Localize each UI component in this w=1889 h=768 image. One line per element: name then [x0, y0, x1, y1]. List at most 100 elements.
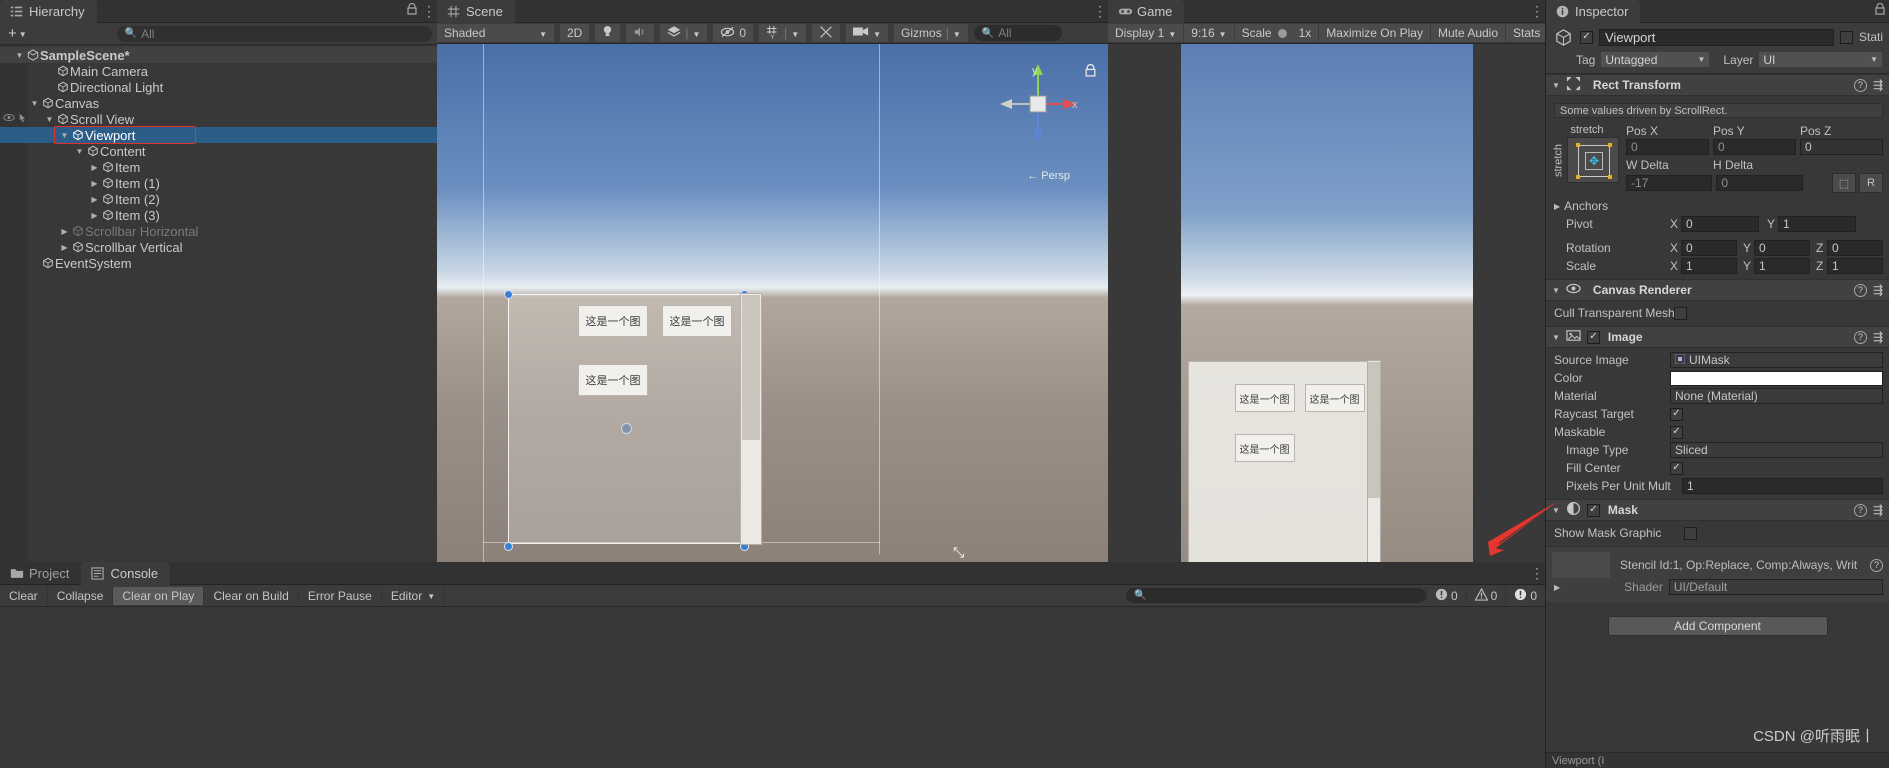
- pickability-toggle-icon[interactable]: [17, 113, 28, 127]
- object-name-input[interactable]: Viewport: [1599, 28, 1834, 46]
- component-header-canvas-renderer[interactable]: ▼ Canvas Renderer ? ⇶: [1546, 279, 1889, 301]
- maximize-on-play-toggle[interactable]: Maximize On Play: [1319, 24, 1431, 42]
- console-log-count[interactable]: 0: [1425, 586, 1466, 605]
- rot-z-field[interactable]: 0: [1827, 240, 1883, 256]
- anchors-foldout-row[interactable]: ▶ Anchors: [1546, 197, 1889, 215]
- scale-x-field[interactable]: 1: [1681, 258, 1737, 274]
- hierarchy-item-content[interactable]: ▼ Content: [0, 143, 437, 159]
- help-icon[interactable]: ?: [1853, 330, 1867, 344]
- pos-y-field[interactable]: 0: [1713, 139, 1796, 155]
- scene-scrollbar-thumb[interactable]: [742, 295, 760, 440]
- anchor-preset-button[interactable]: ✥: [1567, 137, 1619, 183]
- pos-z-field[interactable]: 0: [1800, 139, 1883, 155]
- rot-x-field[interactable]: 0: [1681, 240, 1737, 256]
- pivot-x-field[interactable]: 0: [1681, 216, 1759, 232]
- hierarchy-item-item[interactable]: ▶ Item: [0, 159, 437, 175]
- hierarchy-item-canvas[interactable]: ▼ Canvas: [0, 95, 437, 111]
- console-clear-on-build-button[interactable]: Clear on Build: [204, 586, 299, 605]
- pixels-per-unit-field[interactable]: 1: [1682, 478, 1883, 494]
- scene-audio-toggle[interactable]: [626, 24, 656, 42]
- chevron-down-icon[interactable]: ▼: [1552, 333, 1560, 342]
- scene-gizmos-dropdown[interactable]: Gizmos | ▼: [894, 24, 969, 42]
- tab-hierarchy[interactable]: Hierarchy: [0, 0, 97, 23]
- game-scale-slider[interactable]: Scale 1x: [1234, 24, 1320, 42]
- material-field[interactable]: None (Material): [1670, 388, 1883, 404]
- help-icon[interactable]: ?: [1853, 283, 1867, 297]
- hierarchy-menu-icon[interactable]: ⋮: [421, 0, 437, 22]
- rect-handle-bl[interactable]: [504, 542, 513, 551]
- scene-hidden-objects[interactable]: 0: [713, 24, 755, 42]
- help-icon[interactable]: ?: [1853, 78, 1867, 92]
- game-scrollbar-thumb[interactable]: [1367, 362, 1380, 498]
- console-warning-count[interactable]: 0: [1465, 586, 1506, 605]
- chevron-down-icon[interactable]: ▼: [74, 147, 85, 156]
- scene-fx-dropdown[interactable]: | ▼: [660, 24, 709, 42]
- add-gameobject-button[interactable]: + ▼: [4, 25, 31, 42]
- mask-enabled-checkbox[interactable]: ✓: [1586, 503, 1600, 517]
- scene-orientation-gizmo[interactable]: y x: [996, 62, 1080, 146]
- component-header-rect-transform[interactable]: ▼ Rect Transform ? ⇶: [1546, 74, 1889, 96]
- game-menu-icon[interactable]: ⋮: [1529, 0, 1545, 22]
- visibility-toggle-icon[interactable]: [3, 113, 15, 125]
- help-icon[interactable]: ?: [1853, 503, 1867, 517]
- scene-search-input[interactable]: 🔍 All: [973, 25, 1062, 41]
- chevron-right-icon[interactable]: ▶: [89, 211, 100, 220]
- preset-icon[interactable]: ⇶: [1873, 283, 1883, 297]
- w-delta-field[interactable]: -17: [1626, 175, 1713, 191]
- pivot-y-field[interactable]: 1: [1778, 216, 1856, 232]
- console-error-pause-button[interactable]: Error Pause: [299, 586, 382, 605]
- scene-snap-tools[interactable]: [812, 24, 842, 42]
- raycast-target-checkbox[interactable]: ✓: [1670, 407, 1683, 421]
- hierarchy-item-item-3[interactable]: ▶ Item (3): [0, 207, 437, 223]
- add-component-button[interactable]: Add Component: [1607, 616, 1828, 636]
- tag-dropdown[interactable]: Untagged ▼: [1600, 51, 1711, 68]
- preset-icon[interactable]: ⇶: [1873, 330, 1883, 344]
- mute-audio-toggle[interactable]: Mute Audio: [1430, 24, 1507, 42]
- scale-y-field[interactable]: 1: [1754, 258, 1810, 274]
- hierarchy-item-viewport[interactable]: ▼ Viewport: [0, 127, 437, 143]
- hierarchy-item-scroll-view[interactable]: ▼ Scroll View: [0, 111, 437, 127]
- console-error-count[interactable]: 0: [1505, 586, 1545, 605]
- tab-console[interactable]: Console: [81, 562, 171, 585]
- hierarchy-item-scrollbar-horizontal[interactable]: ▶ Scrollbar Horizontal: [0, 223, 437, 239]
- hierarchy-item-item-2[interactable]: ▶ Item (2): [0, 191, 437, 207]
- shader-field[interactable]: UI/Default: [1668, 579, 1883, 595]
- preset-icon[interactable]: ⇶: [1873, 503, 1883, 517]
- preset-icon[interactable]: ⇶: [1873, 78, 1883, 92]
- chevron-right-icon[interactable]: ▶: [89, 163, 100, 172]
- console-clear-on-play-button[interactable]: Clear on Play: [113, 586, 205, 605]
- component-header-image[interactable]: ▼ ✓ Image ? ⇶: [1546, 326, 1889, 348]
- scene-grid-dropdown[interactable]: Y | ▼: [759, 24, 808, 42]
- maskable-checkbox[interactable]: ✓: [1670, 425, 1683, 439]
- chevron-right-icon[interactable]: ▶: [59, 227, 70, 236]
- console-menu-icon[interactable]: ⋮: [1529, 562, 1545, 584]
- scene-camera-dropdown[interactable]: ▼: [846, 24, 890, 42]
- console-clear-button[interactable]: Clear: [0, 586, 48, 605]
- scale-z-field[interactable]: 1: [1827, 258, 1883, 274]
- image-enabled-checkbox[interactable]: ✓: [1586, 330, 1600, 344]
- game-display-dropdown[interactable]: Display 1 ▼: [1108, 24, 1185, 42]
- scene-gizmo-lock-icon[interactable]: [1085, 63, 1096, 80]
- hierarchy-item-eventsystem[interactable]: ▶ EventSystem: [0, 255, 437, 271]
- scene-draw-mode-dropdown[interactable]: Shaded ▼: [437, 24, 555, 42]
- fill-center-checkbox[interactable]: ✓: [1670, 461, 1683, 475]
- static-checkbox[interactable]: ✓: [1839, 30, 1853, 44]
- scene-2d-toggle[interactable]: 2D: [560, 24, 591, 42]
- chevron-down-icon[interactable]: ▼: [29, 99, 40, 108]
- layer-dropdown[interactable]: UI ▼: [1758, 51, 1883, 68]
- chevron-down-icon[interactable]: ▼: [1552, 81, 1560, 90]
- cull-transparent-mesh-checkbox[interactable]: ✓: [1674, 306, 1687, 320]
- scene-menu-icon[interactable]: ⋮: [1092, 0, 1108, 22]
- hierarchy-item-scrollbar-vertical[interactable]: ▶ Scrollbar Vertical: [0, 239, 437, 255]
- chevron-right-icon[interactable]: ▶: [59, 243, 70, 252]
- tab-scene[interactable]: Scene: [437, 0, 515, 23]
- chevron-down-icon[interactable]: ▼: [1552, 286, 1560, 295]
- rect-handle-tl[interactable]: [504, 290, 513, 299]
- scene-projection-label[interactable]: ← Persp: [1027, 170, 1070, 182]
- hierarchy-item-directional-light[interactable]: ▶ Directional Light: [0, 79, 437, 95]
- chevron-right-icon[interactable]: ▶: [1554, 202, 1560, 211]
- hierarchy-item-main-camera[interactable]: ▶ Main Camera: [0, 63, 437, 79]
- chevron-right-icon[interactable]: ▶: [1554, 583, 1560, 592]
- rot-y-field[interactable]: 0: [1754, 240, 1810, 256]
- h-delta-field[interactable]: 0: [1716, 175, 1803, 191]
